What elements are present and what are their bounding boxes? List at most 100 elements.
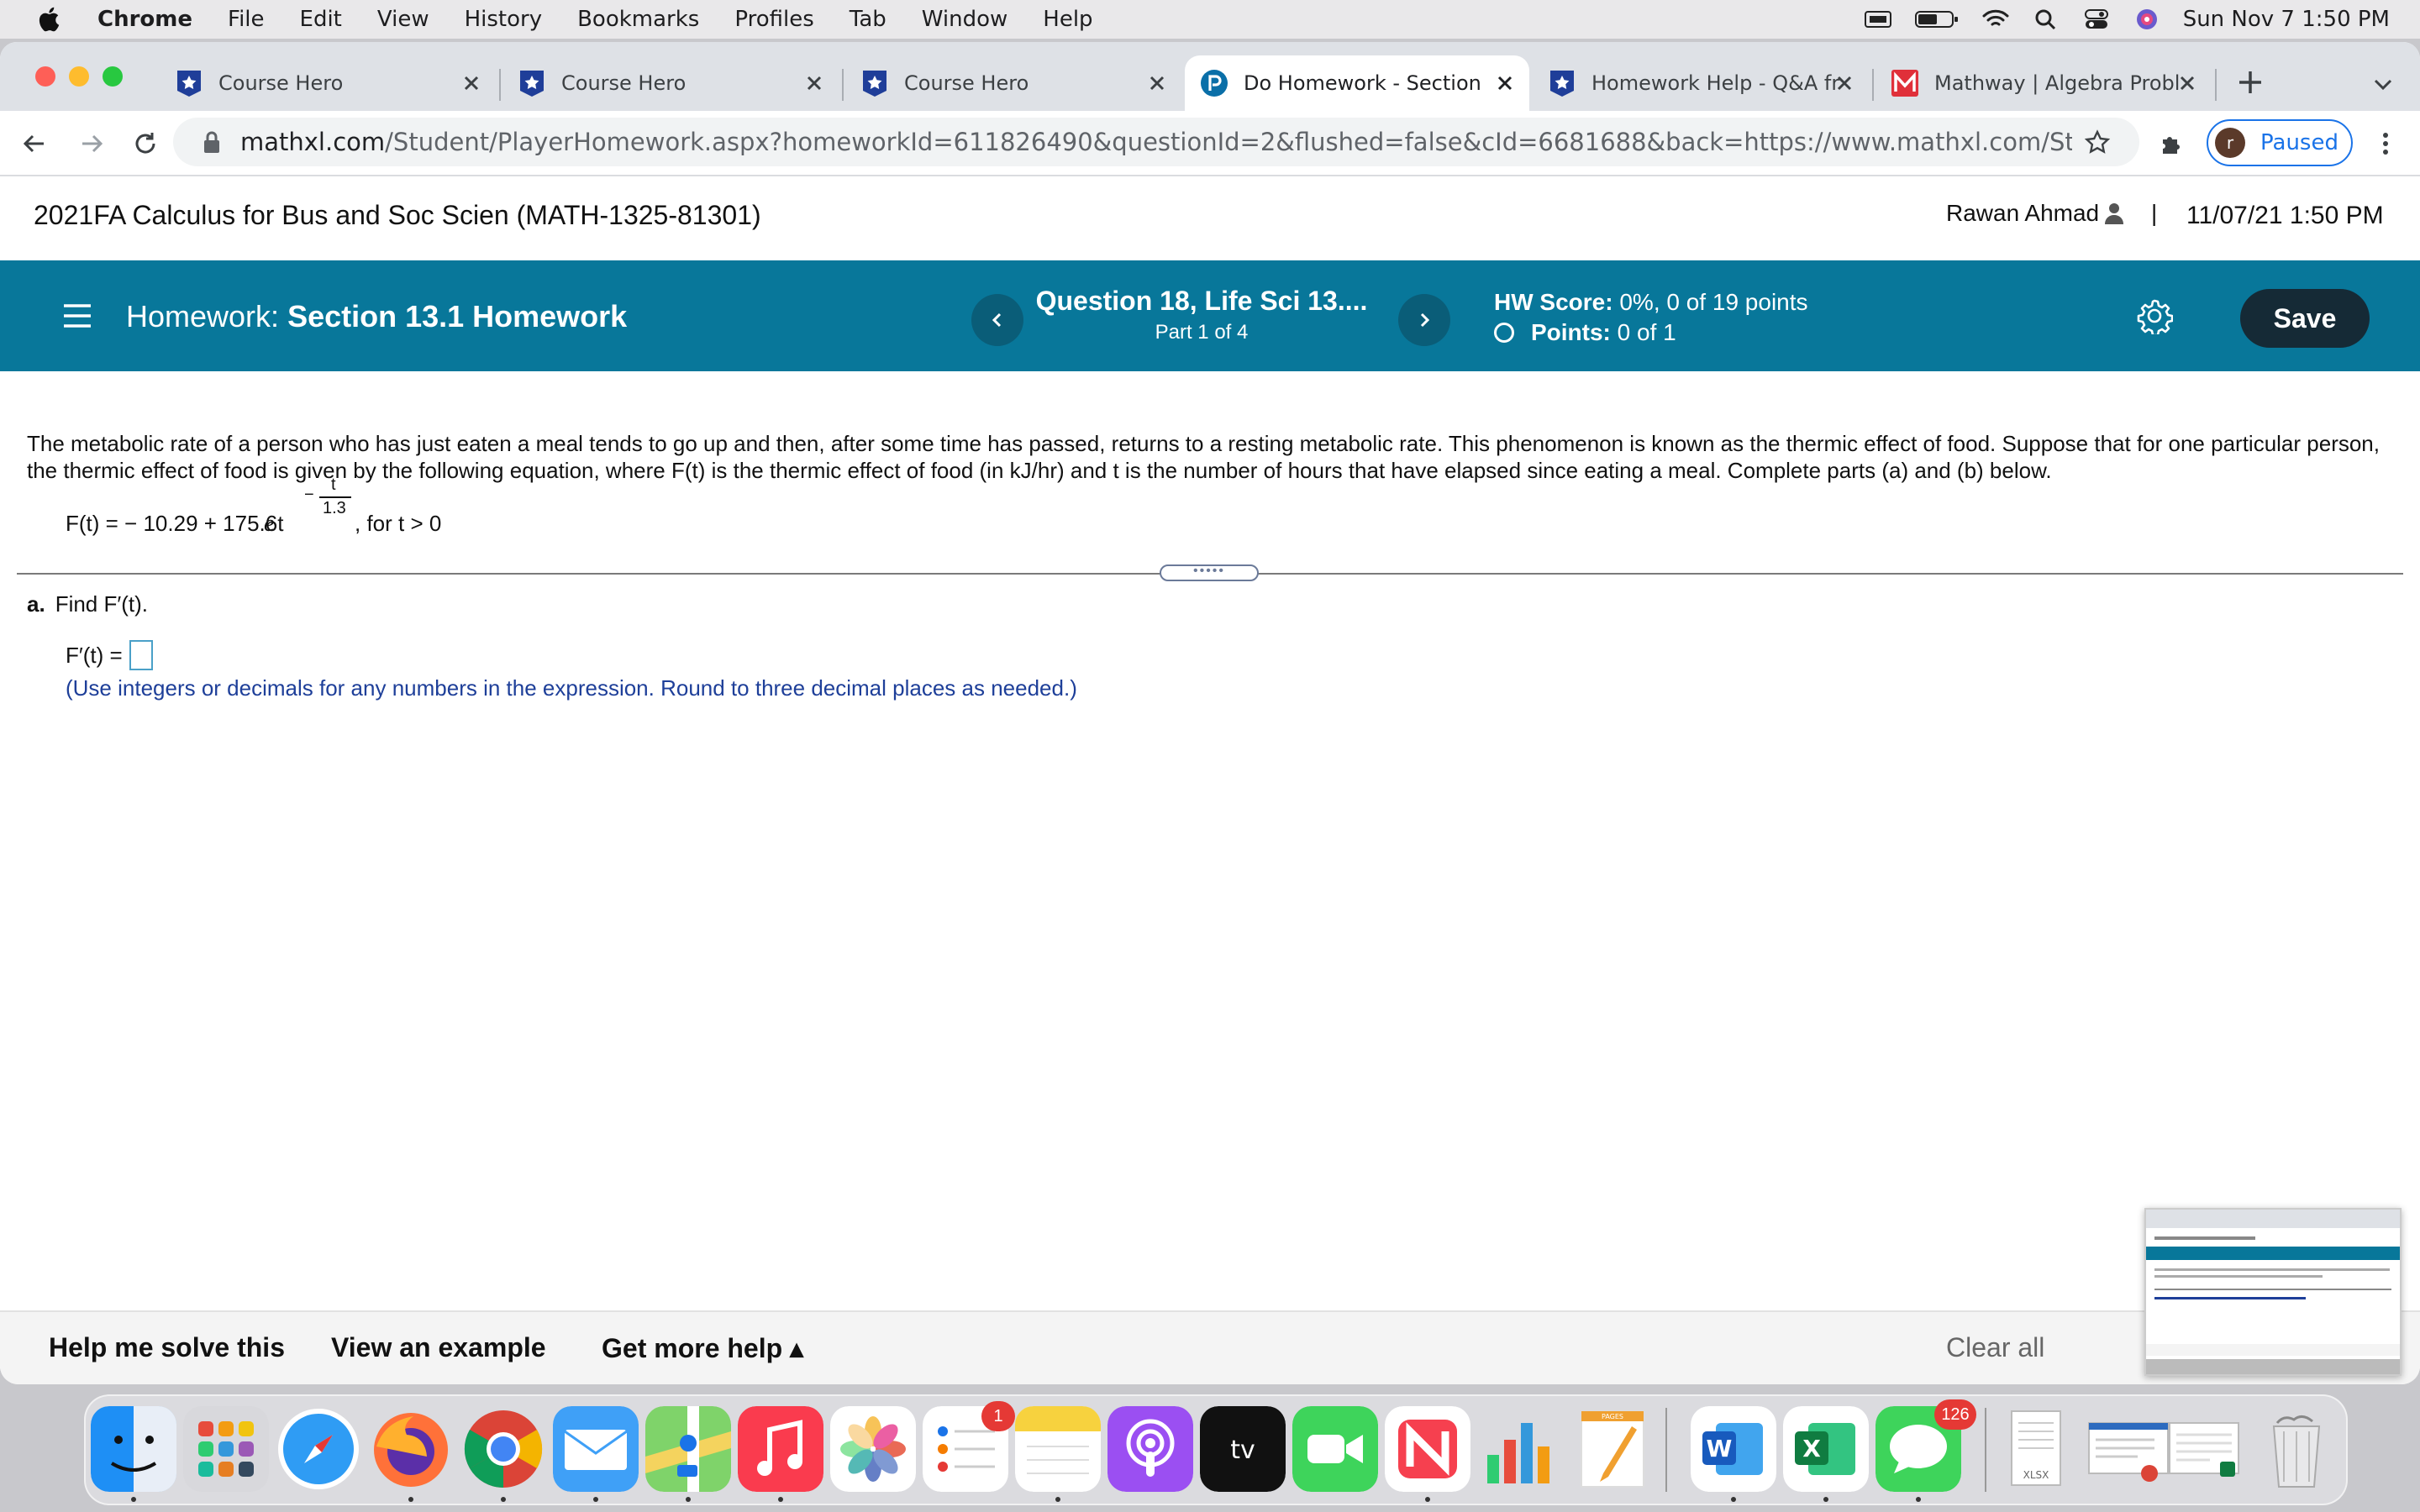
user-name[interactable]: Rawan Ahmad bbox=[1946, 200, 2099, 227]
news-icon[interactable] bbox=[1385, 1406, 1470, 1492]
control-center-icon[interactable] bbox=[2082, 8, 2111, 30]
url-text[interactable]: mathxl.com/Student/PlayerHomework.aspx?h… bbox=[240, 128, 2072, 156]
user-icon[interactable] bbox=[2104, 202, 2124, 225]
tab-homework-help[interactable]: Homework Help - Q&A fr bbox=[1533, 55, 1869, 111]
mail-icon[interactable] bbox=[553, 1406, 639, 1492]
splitter-handle[interactable]: ••••• bbox=[1160, 564, 1259, 581]
help-me-solve-button[interactable]: Help me solve this bbox=[49, 1332, 285, 1363]
course-title[interactable]: 2021FA Calculus for Bus and Soc Scien (M… bbox=[34, 200, 761, 231]
excel-icon[interactable]: X bbox=[1783, 1406, 1869, 1492]
notes-icon[interactable] bbox=[1015, 1406, 1101, 1492]
hw-score-label: HW Score: bbox=[1494, 289, 1613, 315]
back-icon[interactable] bbox=[20, 129, 49, 158]
music-icon[interactable] bbox=[738, 1406, 823, 1492]
hamburger-menu-icon[interactable] bbox=[62, 302, 92, 329]
tab-separator bbox=[499, 69, 501, 101]
battery-icon[interactable] bbox=[1914, 8, 1960, 30]
xlsx-file-icon[interactable]: XLSX bbox=[1993, 1406, 2079, 1492]
tab-mathway[interactable]: Mathway | Algebra Probl bbox=[1876, 55, 2212, 111]
numbers-icon[interactable] bbox=[1477, 1406, 1563, 1492]
document-stack-icon[interactable] bbox=[2161, 1406, 2247, 1492]
finder-icon[interactable] bbox=[91, 1406, 176, 1492]
url-host: mathxl.com bbox=[240, 128, 386, 156]
menu-bookmarks[interactable]: Bookmarks bbox=[577, 7, 699, 32]
answer-instructions: (Use integers or decimals for any number… bbox=[66, 675, 1077, 701]
facetime-icon[interactable] bbox=[1292, 1406, 1378, 1492]
safari-icon[interactable] bbox=[276, 1406, 361, 1492]
lock-icon[interactable] bbox=[202, 129, 222, 155]
chevron-right-icon bbox=[1420, 312, 1430, 328]
menu-file[interactable]: File bbox=[228, 7, 265, 32]
menu-bar: Chrome File Edit View History Bookmarks … bbox=[0, 0, 2420, 39]
extensions-puzzle-icon[interactable] bbox=[2158, 129, 2186, 158]
tab-close-icon[interactable] bbox=[1146, 72, 1168, 94]
reload-icon[interactable] bbox=[131, 129, 160, 158]
new-tab-icon[interactable] bbox=[2235, 67, 2265, 97]
points: Points: 0 of 1 bbox=[1494, 319, 1676, 346]
photos-icon[interactable] bbox=[830, 1406, 916, 1492]
tab-course-hero-1[interactable]: Course Hero bbox=[160, 55, 496, 111]
thumbnail-line bbox=[2154, 1236, 2255, 1240]
trash-icon[interactable] bbox=[2254, 1406, 2339, 1492]
tab-title: Course Hero bbox=[561, 71, 687, 95]
tab-close-icon[interactable] bbox=[460, 72, 482, 94]
tab-close-icon[interactable] bbox=[1833, 72, 1855, 94]
homework-name: Section 13.1 Homework bbox=[287, 299, 628, 333]
wifi-icon[interactable] bbox=[1981, 8, 2010, 30]
apple-tv-icon[interactable]: tv bbox=[1200, 1406, 1286, 1492]
answer-input[interactable] bbox=[129, 640, 153, 670]
gear-icon[interactable] bbox=[2136, 297, 2173, 334]
menu-help[interactable]: Help bbox=[1043, 7, 1092, 32]
siri-icon[interactable] bbox=[2133, 8, 2161, 30]
tab-course-hero-2[interactable]: Course Hero bbox=[502, 55, 839, 111]
menu-edit[interactable]: Edit bbox=[300, 7, 342, 32]
course-header: 2021FA Calculus for Bus and Soc Scien (M… bbox=[0, 176, 2420, 260]
window-zoom-button[interactable] bbox=[103, 66, 123, 87]
chrome-menu-icon[interactable] bbox=[2371, 129, 2400, 158]
chrome-icon[interactable] bbox=[460, 1406, 546, 1492]
next-question-button[interactable] bbox=[1398, 294, 1450, 346]
tab-do-homework[interactable]: Do Homework - Section bbox=[1185, 55, 1529, 111]
menu-view[interactable]: View bbox=[377, 7, 429, 32]
menu-tab[interactable]: Tab bbox=[850, 7, 886, 32]
exponent-numerator: t bbox=[331, 475, 336, 494]
bookmark-star-icon[interactable] bbox=[2084, 129, 2111, 156]
profile-paused-button[interactable]: r Paused bbox=[2207, 119, 2353, 166]
xlsx-label: XLSX bbox=[2023, 1469, 2049, 1481]
menu-app-chrome[interactable]: Chrome bbox=[97, 7, 192, 32]
view-example-button[interactable]: View an example bbox=[331, 1332, 546, 1363]
tab-close-icon[interactable] bbox=[1494, 72, 1516, 94]
tab-search-chevron-icon[interactable] bbox=[2371, 72, 2395, 96]
downloads-stack-icon[interactable] bbox=[2086, 1406, 2171, 1492]
podcasts-icon[interactable] bbox=[1107, 1406, 1193, 1492]
launchpad-icon[interactable] bbox=[183, 1406, 269, 1492]
address-bar[interactable]: mathxl.com/Student/PlayerHomework.aspx?h… bbox=[173, 118, 2139, 166]
forward-icon[interactable] bbox=[77, 129, 106, 158]
window-minimize-button[interactable] bbox=[69, 66, 89, 87]
menu-window[interactable]: Window bbox=[922, 7, 1008, 32]
apple-icon[interactable] bbox=[35, 5, 66, 34]
thumbnail-line bbox=[2154, 1268, 2390, 1271]
thumbnail-line bbox=[2154, 1275, 2323, 1278]
menu-bar-clock[interactable]: Sun Nov 7 1:50 PM bbox=[2183, 7, 2390, 32]
menu-profiles[interactable]: Profiles bbox=[734, 7, 813, 32]
spotlight-search-icon[interactable] bbox=[2032, 8, 2060, 30]
clear-all-button[interactable]: Clear all bbox=[1946, 1332, 2044, 1363]
get-more-help-button[interactable]: Get more help ▴ bbox=[602, 1332, 803, 1364]
tab-close-icon[interactable] bbox=[2176, 72, 2198, 94]
question-title[interactable]: Question 18, Life Sci 13.... bbox=[966, 286, 1437, 317]
tab-title: Course Hero bbox=[218, 71, 344, 95]
window-close-button[interactable] bbox=[35, 66, 55, 87]
tab-course-hero-3[interactable]: Course Hero bbox=[845, 55, 1181, 111]
maps-icon[interactable] bbox=[645, 1406, 731, 1492]
equation-base: e bbox=[264, 511, 275, 537]
tab-close-icon[interactable] bbox=[803, 72, 825, 94]
pages-icon[interactable]: PAGES bbox=[1570, 1406, 1655, 1492]
keyboard-icon[interactable] bbox=[1864, 8, 1892, 30]
menu-history[interactable]: History bbox=[465, 7, 543, 32]
word-icon[interactable]: W bbox=[1691, 1406, 1776, 1492]
equation: F(t) = − 10.29 + 175.6t e − t 1.3 , for … bbox=[66, 475, 906, 546]
save-button[interactable]: Save bbox=[2240, 289, 2370, 348]
firefox-icon[interactable] bbox=[368, 1406, 454, 1492]
screenshot-thumbnail[interactable] bbox=[2144, 1208, 2402, 1376]
